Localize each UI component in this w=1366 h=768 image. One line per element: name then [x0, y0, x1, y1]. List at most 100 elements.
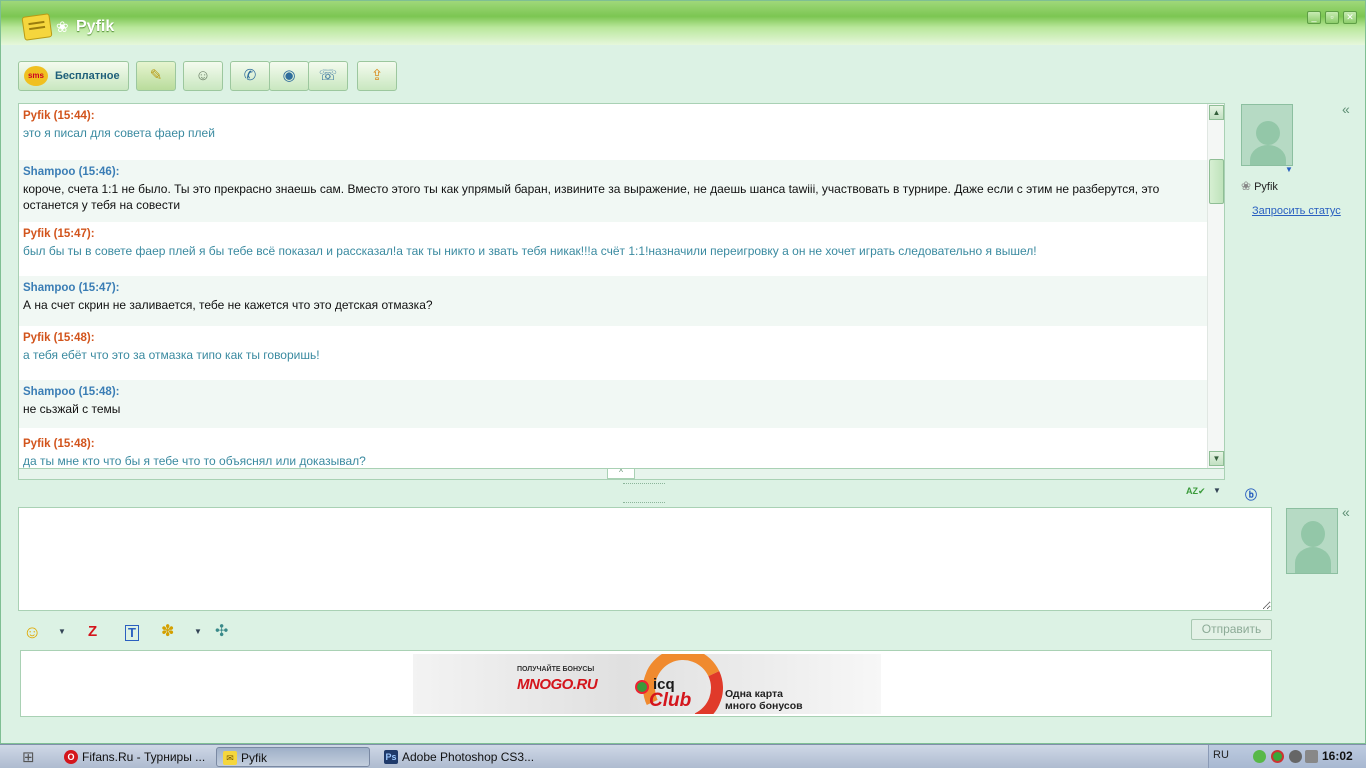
close-icon[interactable]: ✕ [1343, 11, 1357, 24]
avatar-head-shape [1256, 121, 1280, 145]
free-sms-label: Бесплатное [55, 70, 120, 82]
bee-chevron-down-icon[interactable]: ▼ [194, 621, 202, 643]
smiley-chevron-down-icon[interactable]: ▼ [58, 621, 66, 643]
message-text: да ты мне кто что бы я тебе что то объяс… [23, 454, 366, 468]
ad-mnogo-tagline: ПОЛУЧАЙТЕ БОНУСЫ [517, 666, 595, 673]
message-text: А на счет скрин не заливается, тебе не к… [23, 298, 433, 312]
message-text: не сьзжай с темы [23, 402, 121, 416]
message: Shampoo (15:46): короче, счета 1:1 не бы… [19, 160, 1208, 222]
ad-club-text: Club [649, 690, 692, 711]
taskbar-item-label: Fifans.Ru - Турниры ... [82, 750, 206, 764]
webcam-icon: ◉ [282, 67, 296, 84]
agent-tray-icon[interactable] [1271, 750, 1284, 763]
minimize-icon[interactable]: _ [1307, 11, 1321, 24]
video-call-button[interactable]: ◉ [269, 61, 309, 91]
notes-button[interactable]: ✎ [136, 61, 176, 91]
icq-notes-icon [21, 13, 53, 41]
contact-info-button[interactable]: ☺ [183, 61, 223, 91]
fax-button[interactable]: ☏ [308, 61, 348, 91]
collapse-chevron-icon[interactable]: ^ [607, 469, 635, 479]
smiley-icon[interactable]: ☺ [23, 621, 41, 643]
contact-name-label: Pyfik [1254, 181, 1278, 193]
avatar-menu-chevron-down-icon[interactable]: ▼ [1285, 165, 1293, 174]
message: Pyfik (15:48): да ты мне кто что бы я те… [19, 432, 1208, 468]
collapse-avatar-chevron-icon[interactable]: « [1342, 504, 1350, 520]
window-title: Pyfik [76, 18, 115, 35]
message-header: Pyfik (15:48): [23, 438, 95, 450]
ad-line-2: много бонусов [725, 700, 803, 712]
bee-game-icon[interactable]: ✽ [161, 621, 174, 643]
zap-nudge-icon[interactable]: Z [88, 621, 97, 643]
ad-banner[interactable]: ПОЛУЧАЙТЕ БОНУСЫ MNOGO.RU icq Club Одна … [413, 654, 881, 714]
call-button[interactable]: ✆ [230, 61, 270, 91]
message-header: Pyfik (15:44): [23, 110, 95, 122]
sms-icon: sms [24, 66, 48, 86]
collapse-panel-chevron-icon[interactable]: « [1342, 101, 1350, 117]
spellcheck-label: AZ [1186, 486, 1198, 496]
taskbar: ⊞ O Fifans.Ru - Турниры ... ✉ Pyfik Ps A… [0, 744, 1366, 768]
network-tray-icon[interactable] [1289, 750, 1302, 763]
splitter-grip[interactable] [623, 483, 665, 485]
message-header: Pyfik (15:47): [23, 228, 95, 240]
icq-flower-icon [635, 680, 649, 694]
avatar-body-shape [1250, 145, 1286, 165]
chat-window: ❀ Pyfik _ ▫ ✕ sms Бесплатное ✎ ☺ ✆ ◉ ☏ ⇪ [0, 0, 1366, 744]
free-sms-button[interactable]: sms Бесплатное [18, 61, 129, 91]
message: Shampoo (15:47): А на счет скрин не зали… [19, 276, 1208, 326]
encoding-icon[interactable]: ⓑ [1245, 486, 1257, 503]
message-text: а тебя ебёт что это за отмазка типо как … [23, 348, 320, 362]
avatar-head-shape [1301, 521, 1325, 547]
taskbar-item-photoshop[interactable]: Ps Adobe Photoshop CS3... [378, 747, 538, 767]
system-tray: RU 16:02 [1208, 745, 1366, 768]
send-file-button[interactable]: ⇪ [357, 61, 397, 91]
send-button[interactable]: Отправить [1191, 619, 1272, 640]
message-header: Shampoo (15:46): [23, 166, 120, 178]
volume-tray-icon[interactable] [1305, 750, 1318, 763]
message-input[interactable] [18, 507, 1272, 611]
ad-area: ПОЛУЧАЙТЕ БОНУСЫ MNOGO.RU icq Club Одна … [20, 650, 1272, 717]
opera-icon: O [64, 750, 78, 764]
contact-avatar[interactable] [1241, 104, 1293, 166]
my-avatar[interactable] [1286, 508, 1338, 574]
photoshop-icon: Ps [384, 750, 398, 764]
file-transfer-icon: ⇪ [370, 67, 384, 84]
spellcheck-chevron-down-icon[interactable]: ▼ [1213, 486, 1221, 495]
notes-icon: ✎ [149, 67, 163, 84]
chat-scrollbar[interactable]: ▲ ▼ [1207, 104, 1224, 468]
message-header: Shampoo (15:48): [23, 386, 120, 398]
gamepad-icon[interactable]: ✣ [215, 621, 228, 643]
windows-start-icon[interactable]: ⊞ [22, 748, 35, 766]
chat-footer: ^ [18, 469, 1225, 480]
contact-name[interactable]: ❀ Pyfik [1241, 179, 1278, 193]
title-bar[interactable]: ❀ Pyfik _ ▫ ✕ [1, 1, 1365, 45]
message: Pyfik (15:47): был бы ты в совете фаер п… [19, 222, 1208, 276]
contact-card-icon: ☺ [195, 67, 211, 84]
chat-history[interactable]: Pyfik (15:44): это я писал для совета фа… [18, 103, 1225, 469]
fax-icon: ☏ [318, 67, 338, 84]
spellcheck-icon[interactable]: AZ✔ [1186, 486, 1206, 497]
message-text: это я писал для совета фаер плей [23, 126, 215, 140]
splitter-grip[interactable] [623, 502, 665, 504]
message-header: Pyfik (15:48): [23, 332, 95, 344]
scroll-thumb[interactable] [1209, 159, 1224, 204]
icq-chat-icon: ✉ [223, 751, 237, 765]
ad-line-1: Одна карта [725, 688, 784, 700]
taskbar-item-opera[interactable]: O Fifans.Ru - Турниры ... [58, 747, 208, 767]
request-status-link[interactable]: Запросить статус [1252, 205, 1341, 217]
scroll-up-icon[interactable]: ▲ [1209, 105, 1224, 120]
message-text: короче, счета 1:1 не было. Ты это прекра… [23, 182, 1160, 212]
scroll-down-icon[interactable]: ▼ [1209, 451, 1224, 466]
message-text: был бы ты в совете фаер плей я бы тебе в… [23, 244, 1037, 258]
restore-icon[interactable]: ▫ [1325, 11, 1339, 24]
icq-tray-icon[interactable] [1253, 750, 1266, 763]
text-format-icon[interactable]: T [125, 625, 139, 641]
taskbar-item-label: Adobe Photoshop CS3... [402, 750, 535, 764]
status-flower-icon: ❀ [1241, 179, 1252, 193]
message-header: Shampoo (15:47): [23, 282, 120, 294]
ad-mnogo-logo: MNOGO.RU [517, 676, 598, 693]
status-flower-icon: ❀ [56, 19, 69, 36]
taskbar-item-pyfik[interactable]: ✉ Pyfik [216, 747, 370, 767]
language-indicator[interactable]: RU [1213, 749, 1229, 761]
message: Pyfik (15:44): это я писал для совета фа… [19, 104, 1208, 160]
message: Pyfik (15:48): а тебя ебёт что это за от… [19, 326, 1208, 380]
